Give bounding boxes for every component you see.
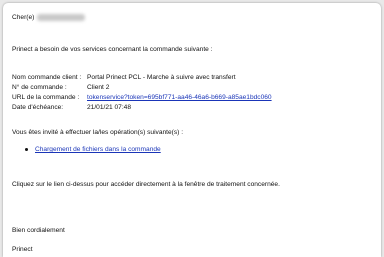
instruction-text: Cliquez sur le lien ci-dessus pour accéd… [12,181,280,188]
redacted-recipient-name [37,14,85,21]
operation-link[interactable]: Chargement de fichiers dans la commande [35,146,161,154]
order-name-value: Portal Prinect PCL - Marche à suivre ave… [87,74,236,81]
order-url-key: URL de la commande : [12,94,80,101]
invite-text: Vous êtes invité à effectuer la/les opér… [12,129,184,136]
order-number-value: Client 2 [87,84,110,91]
email-body: Cher(e) Prinect a besoin de vos services… [3,3,381,257]
signature-text: Prinect [12,246,33,253]
greeting-label: Cher(e) [12,14,35,21]
closing-text: Bien cordialement [12,227,65,234]
order-url-link[interactable]: tokenservice?token=695bf771-aa46-46a6-b6… [87,94,272,102]
due-date-key: Date d'échéance: [12,104,64,111]
intro-text: Prinect a besoin de vos services concern… [12,46,213,53]
bullet-icon [25,148,28,151]
due-date-value: 21/01/21 07:48 [87,104,131,111]
order-number-key: N° de commande : [12,84,67,91]
order-name-key: Nom commande client : [12,74,82,81]
